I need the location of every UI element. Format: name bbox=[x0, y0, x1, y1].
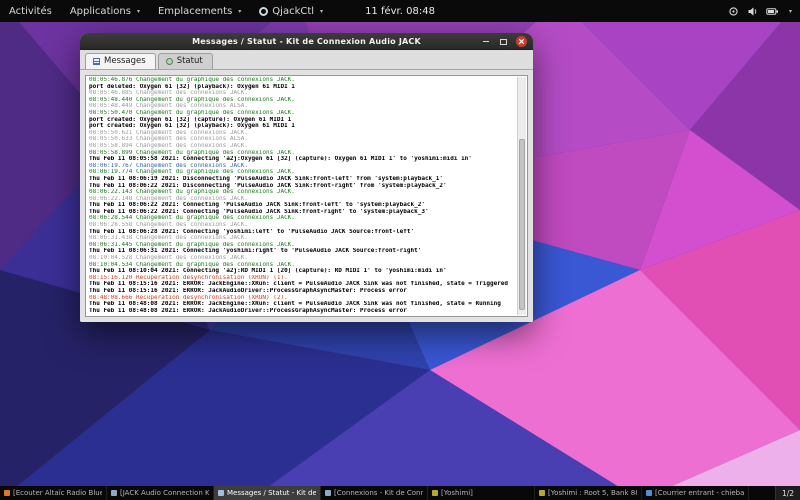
log-line: 08:15:16.120 Récupération désynchronisat… bbox=[89, 275, 516, 282]
messages-icon bbox=[93, 58, 100, 65]
window-icon bbox=[218, 490, 224, 496]
log-line: 08:48:08.666 Récupération désynchronisat… bbox=[89, 295, 516, 302]
vertical-scrollbar[interactable] bbox=[517, 77, 526, 315]
window-controls bbox=[480, 33, 527, 50]
window-button-label: [Connexions - Kit de Connex… bbox=[334, 489, 423, 497]
window-icon bbox=[432, 490, 438, 496]
log-line: Thu Feb 11 08:06:19 2021: Disconnecting … bbox=[89, 176, 516, 183]
window-list-bar: [Ecouter Altaïc Radio Blues e… [JACK Aud… bbox=[0, 486, 800, 500]
log-line: 08:06:31.445 Changement du graphique des… bbox=[89, 242, 516, 249]
tab-statut[interactable]: Statut bbox=[158, 53, 213, 69]
log-line: 08:06:22.143 Changement du graphique des… bbox=[89, 189, 516, 196]
clock[interactable]: 11 févr. 08:48 bbox=[365, 6, 435, 17]
taskbar-window-button[interactable]: [Yoshimi : Root 5, Bank 88 -… bbox=[535, 486, 642, 500]
scrollbar-thumb[interactable] bbox=[519, 139, 525, 310]
chevron-down-icon: ▾ bbox=[789, 8, 792, 15]
window-button-label: [Courrier entrant - chiebars… bbox=[655, 489, 744, 497]
log-line: 08:10:04.534 Changement du graphique des… bbox=[89, 262, 516, 269]
qjackctl-icon bbox=[259, 7, 268, 16]
log-line: Thu Feb 11 08:10:04 2021: Connecting 'a2… bbox=[89, 268, 516, 275]
tab-bar: Messages Statut bbox=[80, 50, 533, 70]
qjackctl-messages-window: Messages / Statut - Kit de Connexion Aud… bbox=[80, 33, 533, 322]
tab-statut-label: Statut bbox=[177, 56, 203, 66]
log-line: 08:06:19.767 Changement des connexions J… bbox=[89, 163, 516, 170]
log-line: 08:05:58.894 Changement des connexions J… bbox=[89, 143, 516, 150]
log-line: 08:05:46.876 Changement du graphique des… bbox=[89, 77, 516, 84]
taskbar-window-button[interactable]: [Yoshimi] bbox=[428, 486, 535, 500]
tab-messages[interactable]: Messages bbox=[85, 53, 156, 69]
status-icon bbox=[166, 58, 173, 65]
window-title: Messages / Statut - Kit de Connexion Aud… bbox=[80, 37, 533, 46]
tab-messages-label: Messages bbox=[104, 56, 146, 66]
window-icon bbox=[111, 490, 117, 496]
volume-icon bbox=[747, 6, 758, 17]
log-line: Thu Feb 11 08:15:16 2021: ERROR: JackAud… bbox=[89, 288, 516, 295]
log-line: 08:06:28.558 Changement des connexions J… bbox=[89, 222, 516, 229]
window-icon bbox=[4, 490, 10, 496]
window-content: 08:05:46.876 Changement du graphique des… bbox=[80, 70, 533, 322]
chevron-down-icon: ▾ bbox=[320, 8, 323, 15]
window-button-label: [JACK Audio Connection Kit… bbox=[120, 489, 209, 497]
log-line: port created: Oxygen 61 [32] (playback):… bbox=[89, 123, 516, 130]
chevron-down-icon: ▾ bbox=[238, 8, 241, 15]
window-icon bbox=[325, 490, 331, 496]
applications-menu[interactable]: Applications ▾ bbox=[61, 0, 149, 22]
log-line: 08:10:04.528 Changement des connexions J… bbox=[89, 255, 516, 262]
window-button-label: [Yoshimi] bbox=[441, 489, 473, 497]
places-menu[interactable]: Emplacements ▾ bbox=[149, 0, 250, 22]
system-status-area[interactable]: ▾ bbox=[728, 0, 792, 22]
minimize-button[interactable] bbox=[480, 36, 491, 47]
top-bar-menus: Activités Applications ▾ Emplacements ▾ … bbox=[0, 0, 332, 22]
places-menu-label: Emplacements bbox=[158, 6, 232, 17]
applications-menu-label: Applications bbox=[70, 6, 131, 17]
chevron-down-icon: ▾ bbox=[137, 8, 140, 15]
log-line: Thu Feb 11 08:06:22 2021: Disconnecting … bbox=[89, 183, 516, 190]
log-line: Thu Feb 11 08:48:08 2021: ERROR: JackAud… bbox=[89, 308, 516, 315]
activities-button[interactable]: Activités bbox=[0, 0, 61, 22]
close-icon bbox=[518, 38, 525, 45]
workspace-indicator[interactable]: 1/2 bbox=[775, 486, 800, 500]
log-line: Thu Feb 11 08:48:08 2021: ERROR: JackEng… bbox=[89, 301, 516, 308]
window-icon bbox=[646, 490, 652, 496]
log-line: 08:06:22.148 Changement des connexions J… bbox=[89, 196, 516, 203]
app-menu-label: QjackCtl bbox=[272, 6, 314, 17]
log-line: 08:05:50.470 Changement du graphique des… bbox=[89, 110, 516, 117]
taskbar-spacer bbox=[749, 486, 775, 500]
log-line: 08:05:58.899 Changement du graphique des… bbox=[89, 150, 516, 157]
battery-icon bbox=[766, 6, 779, 17]
taskbar-window-button[interactable]: [Ecouter Altaïc Radio Blues e… bbox=[0, 486, 107, 500]
maximize-button[interactable] bbox=[498, 36, 509, 47]
close-button[interactable] bbox=[516, 36, 527, 47]
window-titlebar[interactable]: Messages / Statut - Kit de Connexion Aud… bbox=[80, 33, 533, 50]
window-button-label: [Ecouter Altaïc Radio Blues e… bbox=[13, 489, 102, 497]
taskbar-window-button[interactable]: [Courrier entrant - chiebars… bbox=[642, 486, 749, 500]
log-lines: 08:05:46.876 Changement du graphique des… bbox=[89, 77, 516, 314]
log-line: 08:05:50.621 Changement des connexions J… bbox=[89, 130, 516, 137]
taskbar-window-button[interactable]: Messages / Statut - Kit de Co… bbox=[214, 486, 321, 500]
log-line: 08:05:46.885 Changement des connexions J… bbox=[89, 90, 516, 97]
log-line: Thu Feb 11 08:06:28 2021: Connecting 'yo… bbox=[89, 229, 516, 236]
log-line: Thu Feb 11 08:06:31 2021: Connecting 'yo… bbox=[89, 248, 516, 255]
log-line: port created: Oxygen 61 [32] (capture): … bbox=[89, 117, 516, 124]
log-line: 08:06:31.438 Changement des connexions J… bbox=[89, 235, 516, 242]
qjackctl-app-menu[interactable]: QjackCtl ▾ bbox=[250, 0, 332, 22]
log-line: 08:05:48.440 Changement du graphique des… bbox=[89, 97, 516, 104]
log-line: 08:05:48.449 Changement des connexions A… bbox=[89, 103, 516, 110]
window-button-label: [Yoshimi : Root 5, Bank 88 -… bbox=[548, 489, 637, 497]
screencast-icon bbox=[728, 6, 739, 17]
window-button-label: Messages / Statut - Kit de Co… bbox=[227, 489, 316, 497]
log-line: 08:05:50.633 Changement des connexions A… bbox=[89, 136, 516, 143]
log-line: Thu Feb 11 08:06:22 2021: Connecting 'Pu… bbox=[89, 202, 516, 209]
log-line: Thu Feb 11 08:05:58 2021: Connecting 'a2… bbox=[89, 156, 516, 163]
log-line: Thu Feb 11 08:15:16 2021: ERROR: JackEng… bbox=[89, 281, 516, 288]
log-line: 08:06:28.544 Changement du graphique des… bbox=[89, 215, 516, 222]
taskbar-window-button[interactable]: [JACK Audio Connection Kit… bbox=[107, 486, 214, 500]
messages-log[interactable]: 08:05:46.876 Changement du graphique des… bbox=[85, 75, 528, 317]
log-line: Thu Feb 11 08:06:22 2021: Connecting 'Pu… bbox=[89, 209, 516, 216]
log-line: port deleted: Oxygen 61 [32] (playback):… bbox=[89, 84, 516, 91]
log-line: 08:06:19.774 Changement du graphique des… bbox=[89, 169, 516, 176]
top-bar: Activités Applications ▾ Emplacements ▾ … bbox=[0, 0, 800, 22]
taskbar-window-button[interactable]: [Connexions - Kit de Connex… bbox=[321, 486, 428, 500]
window-icon bbox=[539, 490, 545, 496]
